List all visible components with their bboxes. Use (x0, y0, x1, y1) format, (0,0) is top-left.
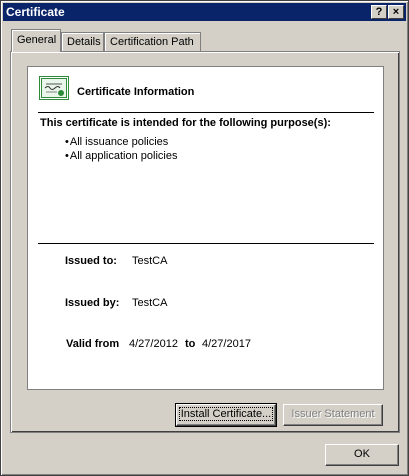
valid-from-value: 4/27/2012 (129, 338, 178, 350)
valid-from-label: Valid from (66, 338, 120, 350)
ok-label: OK (354, 448, 370, 460)
divider (38, 243, 374, 244)
purpose-item: All issuance policies (65, 135, 177, 149)
valid-to-value: 4/27/2017 (202, 338, 251, 350)
ok-button[interactable]: OK (325, 444, 399, 466)
install-certificate-button[interactable]: Install Certificate... (175, 403, 277, 427)
tab-general[interactable]: General (11, 29, 61, 52)
valid-to-label: to (185, 338, 196, 350)
divider (38, 112, 374, 113)
purpose-heading: This certificate is intended for the fol… (40, 117, 331, 129)
issued-by-label: Issued by: (65, 297, 120, 309)
purpose-item: All application policies (65, 149, 178, 163)
title-bar[interactable]: Certificate ? × (3, 3, 406, 21)
issued-by-value: TestCA (132, 297, 168, 309)
issued-to-label: Issued to: (65, 255, 117, 267)
certificate-dialog: Certificate ? × General Details Certific… (0, 0, 409, 476)
certificate-info-pane: Certificate Information This certificate… (27, 66, 384, 390)
tab-general-label: General (17, 34, 57, 46)
tab-certification-path-label: Certification Path (110, 36, 194, 48)
certificate-icon (39, 76, 69, 100)
purpose-list: All issuance policies All application po… (65, 135, 178, 163)
issued-to-value: TestCA (132, 255, 168, 267)
tab-certification-path[interactable]: Certification Path (104, 32, 201, 51)
tab-details-label: Details (67, 36, 101, 48)
issuer-statement-button[interactable]: Issuer Statement (283, 404, 383, 426)
help-icon[interactable]: ? (371, 5, 387, 19)
general-tab-panel: Certificate Information This certificate… (10, 51, 400, 433)
close-icon[interactable]: × (388, 5, 404, 19)
tab-details[interactable]: Details (61, 32, 104, 51)
certificate-info-title: Certificate Information (77, 86, 195, 98)
window-title: Certificate (6, 5, 65, 19)
install-certificate-label: Install Certificate... (178, 407, 274, 421)
issuer-statement-label: Issuer Statement (291, 408, 375, 420)
